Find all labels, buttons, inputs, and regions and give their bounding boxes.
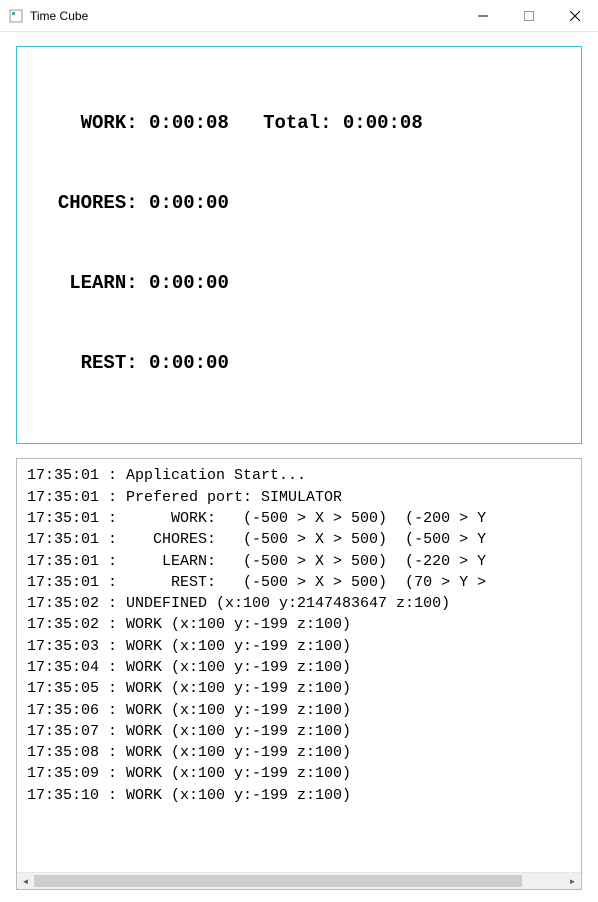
log-line: 17:35:08 : WORK (x:100 y:-199 z:100) [27, 742, 571, 763]
total-value: 0:00:08 [343, 112, 423, 134]
log-line: 17:35:09 : WORK (x:100 y:-199 z:100) [27, 763, 571, 784]
scroll-track[interactable] [34, 875, 564, 887]
scroll-left-arrow-icon[interactable]: ◄ [17, 873, 34, 890]
learn-value: 0:00:00 [149, 272, 229, 294]
window-titlebar: Time Cube [0, 0, 598, 32]
scroll-right-arrow-icon[interactable]: ► [564, 873, 581, 890]
maximize-button[interactable] [506, 0, 552, 32]
log-line: 17:35:10 : WORK (x:100 y:-199 z:100) [27, 785, 571, 806]
rest-label: REST: [81, 352, 138, 374]
log-line: 17:35:03 : WORK (x:100 y:-199 z:100) [27, 636, 571, 657]
titlebar-left: Time Cube [8, 8, 88, 24]
timer-row-work: WORK: 0:00:08 Total: 0:00:08 [35, 110, 563, 137]
timer-row-chores: CHORES: 0:00:00 [35, 190, 563, 217]
timer-row-learn: LEARN: 0:00:00 [35, 270, 563, 297]
minimize-button[interactable] [460, 0, 506, 32]
rest-value: 0:00:00 [149, 352, 229, 374]
log-line: 17:35:01 : REST: (-500 > X > 500) (70 > … [27, 572, 571, 593]
log-line: 17:35:05 : WORK (x:100 y:-199 z:100) [27, 678, 571, 699]
app-icon [8, 8, 24, 24]
log-line: 17:35:01 : Prefered port: SIMULATOR [27, 487, 571, 508]
log-line: 17:35:07 : WORK (x:100 y:-199 z:100) [27, 721, 571, 742]
scroll-thumb[interactable] [34, 875, 522, 887]
log-line: 17:35:01 : WORK: (-500 > X > 500) (-200 … [27, 508, 571, 529]
total-label: Total: [263, 112, 331, 134]
window-controls [460, 0, 598, 31]
chores-value: 0:00:00 [149, 192, 229, 214]
log-line: 17:35:06 : WORK (x:100 y:-199 z:100) [27, 700, 571, 721]
chores-label: CHORES: [58, 192, 138, 214]
log-panel: 17:35:01 : Application Start...17:35:01 … [16, 458, 582, 890]
work-value: 0:00:08 [149, 112, 229, 134]
log-line: 17:35:02 : UNDEFINED (x:100 y:2147483647… [27, 593, 571, 614]
work-label: WORK: [81, 112, 138, 134]
log-line: 17:35:02 : WORK (x:100 y:-199 z:100) [27, 614, 571, 635]
timer-panel: WORK: 0:00:08 Total: 0:00:08 CHORES: 0:0… [16, 46, 582, 444]
log-line: 17:35:01 : Application Start... [27, 465, 571, 486]
log-line: 17:35:01 : LEARN: (-500 > X > 500) (-220… [27, 551, 571, 572]
log-line: 17:35:01 : CHORES: (-500 > X > 500) (-50… [27, 529, 571, 550]
horizontal-scrollbar[interactable]: ◄ ► [17, 872, 581, 889]
close-button[interactable] [552, 0, 598, 32]
content-area: WORK: 0:00:08 Total: 0:00:08 CHORES: 0:0… [0, 32, 598, 902]
timer-row-rest: REST: 0:00:00 [35, 350, 563, 377]
learn-label: LEARN: [69, 272, 137, 294]
log-text: 17:35:01 : Application Start...17:35:01 … [17, 459, 581, 872]
log-line: 17:35:04 : WORK (x:100 y:-199 z:100) [27, 657, 571, 678]
window-title: Time Cube [30, 9, 88, 23]
